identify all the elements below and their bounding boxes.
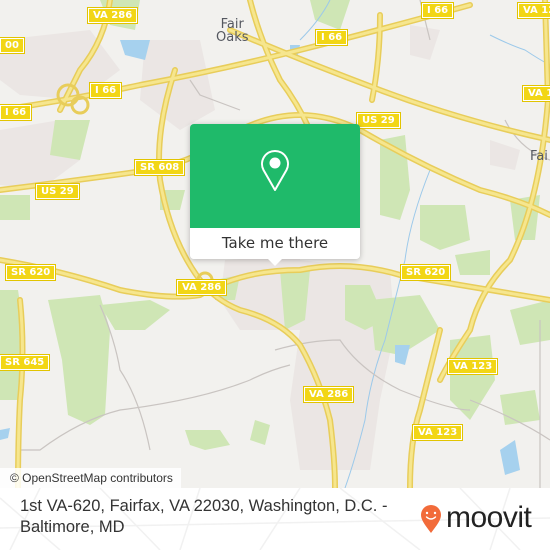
road-shield: VA 286	[175, 279, 228, 296]
take-me-there-button[interactable]: Take me there	[190, 228, 360, 259]
road-shield: US 29	[356, 112, 401, 129]
moovit-pin-icon	[421, 505, 441, 533]
road-shield: VA 286	[302, 386, 355, 403]
road-shield: SR 645	[0, 354, 51, 371]
place-label-line: Fai	[530, 149, 548, 164]
popup-pointer	[267, 258, 283, 266]
road-shield: I 66	[0, 104, 33, 121]
road-shield: SR 608	[133, 159, 186, 176]
road-shield: VA 123	[446, 358, 499, 375]
popup-header	[190, 124, 360, 228]
location-popup: Take me there	[190, 124, 360, 266]
map-pin-icon	[261, 149, 289, 191]
place-label-line: Oaks	[216, 30, 249, 45]
footer: 1st VA-620, Fairfax, VA 22030, Washingto…	[0, 488, 550, 550]
moovit-wordmark: moovit	[446, 501, 532, 534]
place-label-fairfax: Fai	[530, 150, 548, 163]
place-label-fair-oaks: Fair Oaks	[216, 18, 249, 44]
road-shield: I 66	[314, 29, 349, 46]
address-text: 1st VA-620, Fairfax, VA 22030, Washingto…	[20, 497, 388, 536]
road-shield: VA 12	[516, 2, 550, 19]
map-attribution[interactable]: © OpenStreetMap contributors	[0, 468, 181, 488]
road-shield: I 66	[420, 2, 455, 19]
map-view[interactable]: Fair Oaks Fai VA 286 I 66 VA 12 00 I 66 …	[0, 0, 550, 488]
road-shield: SR 620	[399, 264, 452, 281]
road-shield: SR 620	[4, 264, 57, 281]
road-shield: US 29	[35, 183, 80, 200]
road-shield: VA 286	[86, 7, 139, 24]
road-shield: 00	[0, 37, 25, 54]
road-shield: VA 1	[521, 85, 550, 102]
road-shield: I 66	[88, 82, 123, 99]
road-shield: VA 123	[411, 424, 464, 441]
